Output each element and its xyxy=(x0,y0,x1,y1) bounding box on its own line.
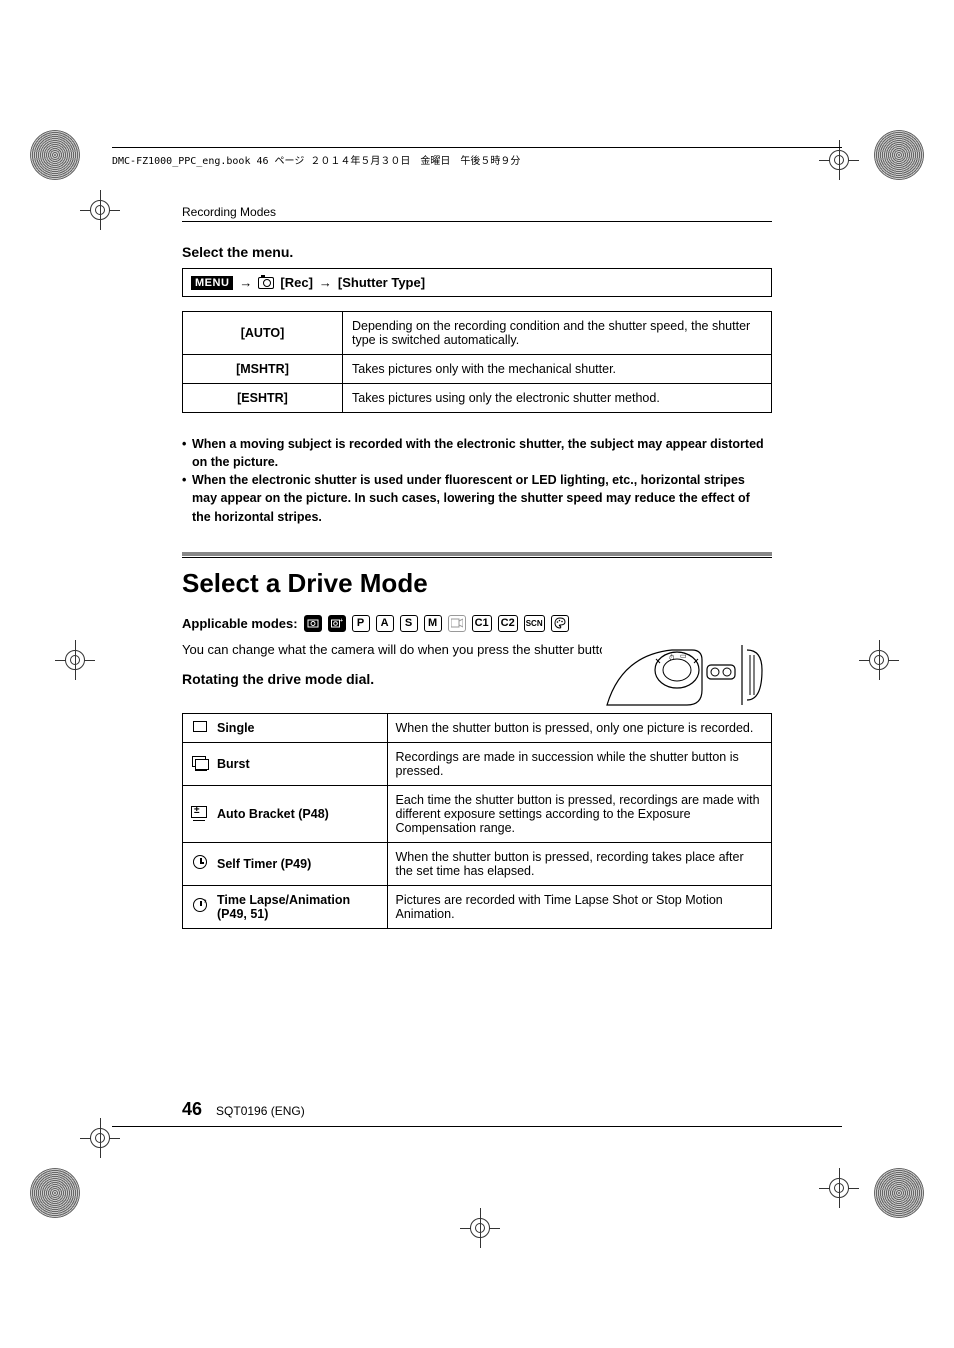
drive-desc: Pictures are recorded with Time Lapse Sh… xyxy=(387,885,772,928)
notes-list: •When a moving subject is recorded with … xyxy=(182,435,772,526)
option-desc: Depending on the recording condition and… xyxy=(343,312,772,355)
mode-icon-p: P xyxy=(352,615,370,632)
crop-target-icon xyxy=(55,640,95,680)
option-key: [MSHTR] xyxy=(183,355,343,384)
select-menu-heading: Select the menu. xyxy=(182,244,772,260)
print-mark xyxy=(874,1168,924,1218)
drive-label: Time Lapse/Animation (P49, 51) xyxy=(217,885,387,928)
burst-icon xyxy=(183,742,218,785)
drive-label: Burst xyxy=(217,742,387,785)
page-number: 46 xyxy=(182,1099,202,1120)
drive-desc: Recordings are made in succession while … xyxy=(387,742,772,785)
table-row: › Time Lapse/Animation (P49, 51) Picture… xyxy=(183,885,772,928)
table-row: [AUTO] Depending on the recording condit… xyxy=(183,312,772,355)
list-item: •When the electronic shutter is used und… xyxy=(182,471,772,525)
single-icon xyxy=(183,713,218,742)
bracket-icon xyxy=(183,785,218,842)
note-text: When the electronic shutter is used unde… xyxy=(192,471,772,525)
mode-icon-creative xyxy=(551,615,569,632)
crop-target-icon xyxy=(460,1208,500,1248)
drive-desc: When the shutter button is pressed, only… xyxy=(387,713,772,742)
mode-icon-scn: SCN xyxy=(524,615,545,632)
svg-text:⏱: ⏱ xyxy=(669,654,675,662)
svg-text:▭: ▭ xyxy=(680,653,687,660)
print-mark xyxy=(874,130,924,180)
doc-code: SQT0196 (ENG) xyxy=(216,1104,305,1118)
table-row: Single When the shutter button is presse… xyxy=(183,713,772,742)
option-desc: Takes pictures only with the mechanical … xyxy=(343,355,772,384)
drive-desc: Each time the shutter button is pressed,… xyxy=(387,785,772,842)
table-row: Auto Bracket (P48) Each time the shutter… xyxy=(183,785,772,842)
header-rule xyxy=(112,147,842,148)
menu-badge: MENU xyxy=(191,276,233,290)
table-row: Self Timer (P49) When the shutter button… xyxy=(183,842,772,885)
camera-icon xyxy=(258,277,274,289)
self-timer-icon xyxy=(183,842,218,885)
arrow-icon: → xyxy=(239,275,252,290)
mode-icon-a: A xyxy=(376,615,394,632)
option-key: [AUTO] xyxy=(183,312,343,355)
mode-icon-movie xyxy=(448,615,466,632)
applicable-modes: Applicable modes: + P A S M C1 C2 SCN xyxy=(182,615,772,632)
table-row: [ESHTR] Takes pictures using only the el… xyxy=(183,384,772,413)
shutter-type-table: [AUTO] Depending on the recording condit… xyxy=(182,311,772,413)
mode-icon-s: S xyxy=(400,615,418,632)
applicable-label: Applicable modes: xyxy=(182,616,298,631)
mode-icon-ia-plus: + xyxy=(328,615,346,632)
menu-shutter-type: [Shutter Type] xyxy=(338,275,425,290)
section-underline xyxy=(182,221,772,222)
page-footer: 46 SQT0196 (ENG) xyxy=(112,1099,842,1127)
drive-mode-heading: Select a Drive Mode xyxy=(182,568,772,599)
table-row: [MSHTR] Takes pictures only with the mec… xyxy=(183,355,772,384)
crop-target-icon xyxy=(859,640,899,680)
header-filepath: DMC-FZ1000_PPC_eng.book 46 ページ ２０１４年５月３０… xyxy=(112,147,842,167)
drive-label: Self Timer (P49) xyxy=(217,842,387,885)
crop-target-icon xyxy=(819,1168,859,1208)
section-divider xyxy=(182,552,772,558)
mode-icon-c1: C1 xyxy=(472,615,492,632)
svg-text:+: + xyxy=(340,618,343,624)
mode-icon-ia xyxy=(304,615,322,632)
note-text: When a moving subject is recorded with t… xyxy=(192,435,772,471)
option-desc: Takes pictures using only the electronic… xyxy=(343,384,772,413)
time-lapse-icon: › xyxy=(183,885,218,928)
menu-path: MENU → [Rec] → [Shutter Type] xyxy=(182,268,772,297)
drive-label: Single xyxy=(217,713,387,742)
mode-icon-c2: C2 xyxy=(498,615,518,632)
mode-icon-m: M xyxy=(424,615,442,632)
drive-dial-illustration: ⏱ ▭ xyxy=(602,635,772,715)
print-mark xyxy=(30,130,80,180)
section-label: Recording Modes xyxy=(182,205,772,219)
list-item: •When a moving subject is recorded with … xyxy=(182,435,772,471)
print-mark xyxy=(30,1168,80,1218)
table-row: Burst Recordings are made in succession … xyxy=(183,742,772,785)
arrow-icon: → xyxy=(319,275,332,290)
menu-rec: [Rec] xyxy=(280,275,313,290)
drive-mode-table: Single When the shutter button is presse… xyxy=(182,713,772,929)
drive-desc: When the shutter button is pressed, reco… xyxy=(387,842,772,885)
option-key: [ESHTR] xyxy=(183,384,343,413)
drive-label: Auto Bracket (P48) xyxy=(217,785,387,842)
